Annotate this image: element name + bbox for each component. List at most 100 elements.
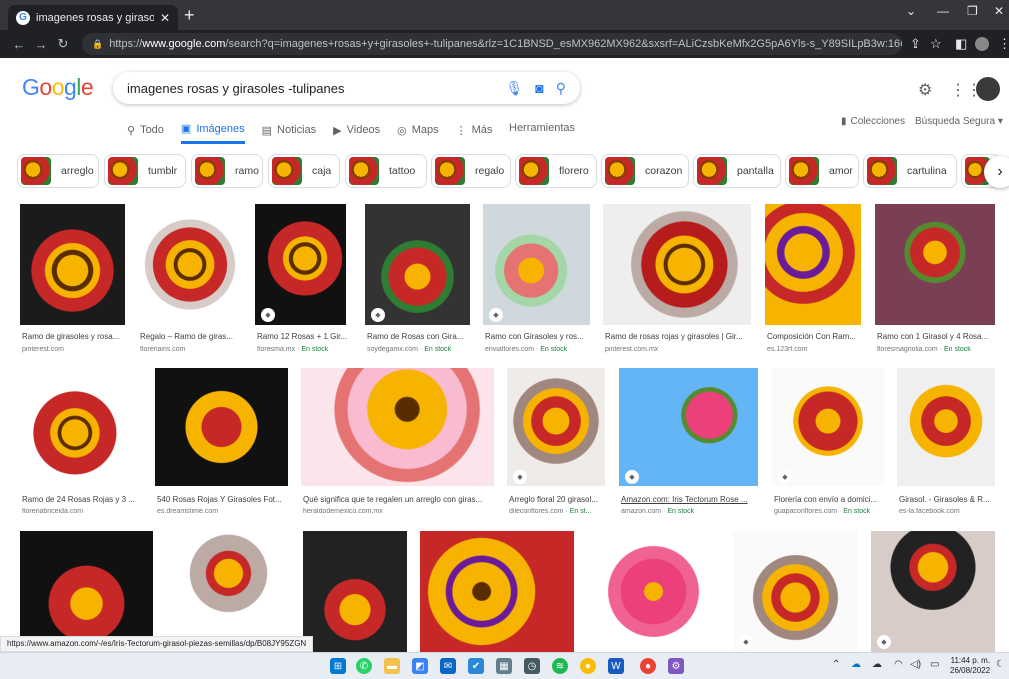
result-caption[interactable]: Ramo con Girasoles y ros... (485, 332, 592, 341)
result-caption[interactable]: Ramo 12 Rosas + 1 Gir... (257, 332, 348, 341)
windows-start-icon[interactable]: ⊞ (330, 658, 346, 674)
file-explorer-icon[interactable]: ▬ (384, 658, 400, 674)
tab-mas[interactable]: ⋮ Más (456, 122, 493, 144)
chip-amor[interactable]: amor (785, 154, 859, 188)
forward-arrow-icon[interactable]: → (30, 37, 52, 52)
browser-tab[interactable]: G imagenes rosas y girasoles -tulip... ✕ (8, 5, 178, 30)
whatsapp-icon[interactable]: ✆ (356, 658, 372, 674)
camera-icon[interactable]: ◙ (535, 80, 543, 96)
result-caption[interactable]: Arreglo floral 20 girasol... (509, 495, 607, 504)
chevron-down-icon[interactable]: ⌄ (906, 4, 916, 18)
result-image[interactable] (138, 204, 242, 325)
result-image[interactable] (507, 368, 605, 486)
share-icon[interactable]: ⇪ (910, 36, 921, 52)
chip-regalo[interactable]: regalo (431, 154, 511, 188)
store-icon[interactable]: ◩ (412, 658, 428, 674)
result-caption[interactable]: Amazon.com: Iris Tectorum Rose ... (621, 495, 760, 504)
sidebar-icon[interactable]: ◧ (955, 36, 967, 52)
result-tile[interactable]: Ramo de girasoles y rosa... pinterest.co… (20, 204, 125, 356)
address-bar[interactable]: 🔒 https://www.google.com/search?q=imagen… (82, 33, 902, 55)
result-tile[interactable]: ◆ Ramo con Girasoles y ros... enviaflore… (483, 204, 590, 356)
result-tile[interactable]: Regalo – Ramo de giras... floreriairis.c… (138, 204, 242, 356)
result-image[interactable] (733, 531, 858, 652)
result-image[interactable] (871, 531, 995, 652)
wifi-icon[interactable]: ◠ (894, 659, 903, 670)
result-image[interactable] (619, 368, 758, 486)
chip-pantalla[interactable]: pantalla (693, 154, 781, 188)
chip-caja[interactable]: caja (268, 154, 340, 188)
reload-icon[interactable]: ↻ (52, 36, 74, 52)
result-image[interactable] (765, 204, 861, 325)
result-caption[interactable]: Florería con envío a domici... (774, 495, 886, 504)
result-tile[interactable]: 540 Rosas Rojas Y Girasoles Fot... es.dr… (155, 368, 288, 518)
tools-button[interactable]: Herramientas (509, 122, 575, 134)
chip-tattoo[interactable]: tattoo (345, 154, 427, 188)
result-tile[interactable] (303, 531, 407, 652)
result-tile[interactable]: ◆ Amazon.com: Iris Tectorum Rose ... ama… (619, 368, 758, 518)
result-tile[interactable]: Girasol. - Girasoles & R... es-la.facebo… (897, 368, 995, 518)
chrome-icon[interactable]: ● (580, 658, 596, 674)
volume-icon[interactable]: ◁) (910, 659, 921, 670)
mail-icon[interactable]: ✉ (440, 658, 456, 674)
result-tile[interactable]: ◆ Florería con envío a domici... guapaco… (772, 368, 884, 518)
chip-florero[interactable]: florero (515, 154, 597, 188)
result-tile[interactable] (420, 531, 574, 652)
menu-dots-icon[interactable]: ⋮ (998, 36, 1009, 52)
result-caption[interactable]: Ramo de Rosas con Gira... (367, 332, 472, 341)
tab-close-icon[interactable]: ✕ (160, 11, 170, 25)
result-image[interactable] (875, 204, 995, 325)
result-tile[interactable]: ◆ (733, 531, 858, 652)
result-tile[interactable] (166, 531, 291, 652)
star-icon[interactable]: ☆ (930, 36, 942, 52)
microphone-icon[interactable]: 🎙 (505, 80, 523, 97)
search-icon[interactable]: ⚲ (556, 80, 566, 97)
tab-noticias[interactable]: ▤ Noticias (262, 122, 317, 144)
result-tile[interactable]: ◆ Ramo de Rosas con Gira... soydegamx.co… (365, 204, 470, 356)
todo-icon[interactable]: ✔ (468, 658, 484, 674)
result-caption[interactable]: Composición Con Ram... (767, 332, 863, 341)
tab-maps[interactable]: ◎ Maps (397, 122, 439, 144)
result-tile[interactable]: ◆ (871, 531, 995, 652)
collections-link[interactable]: Colecciones (851, 116, 905, 127)
battery-icon[interactable]: ▭ (930, 659, 939, 670)
result-image[interactable] (603, 204, 751, 325)
avatar[interactable] (976, 77, 1000, 101)
result-tile[interactable]: Composición Con Ram... es.123rf.com (765, 204, 861, 356)
chip-corazon[interactable]: corazon (601, 154, 689, 188)
result-tile[interactable]: ◆ Arreglo floral 20 girasol... dileconfl… (507, 368, 605, 518)
result-tile[interactable]: Ramo de rosas rojas y girasoles | Gir...… (603, 204, 751, 356)
onedrive-icon[interactable]: ☁ (851, 659, 861, 670)
result-image[interactable] (20, 368, 142, 486)
result-image[interactable] (420, 531, 574, 652)
result-caption[interactable]: Ramo de girasoles y rosa... (22, 332, 127, 341)
result-image[interactable] (255, 204, 346, 325)
result-caption[interactable]: Qué significa que te regalen un arreglo … (303, 495, 496, 504)
result-tile[interactable]: ◆ Ramo 12 Rosas + 1 Gir... floresma.mx ·… (255, 204, 348, 356)
spotify-icon[interactable]: ≋ (552, 658, 568, 674)
new-tab-button[interactable]: + (184, 5, 195, 25)
result-caption[interactable]: Ramo con 1 Girasol y 4 Rosa... (877, 332, 997, 341)
result-caption[interactable]: Ramo de 24 Rosas Rojas y 3 ... (22, 495, 144, 504)
chip-tumblr[interactable]: tumblr (104, 154, 186, 188)
maximize-button[interactable]: ❐ (967, 4, 978, 18)
chrome-active-icon[interactable]: ● (640, 658, 656, 674)
result-caption[interactable]: Regalo – Ramo de giras... (140, 332, 244, 341)
result-caption[interactable]: Ramo de rosas rojas y girasoles | Gir... (605, 332, 753, 341)
result-tile[interactable]: Ramo con 1 Girasol y 4 Rosa... floresmag… (875, 204, 995, 356)
chip-ramo[interactable]: ramo (191, 154, 263, 188)
result-caption[interactable]: Girasol. - Girasoles & R... (899, 495, 997, 504)
safe-search-button[interactable]: Búsqueda Segura ▾ (915, 116, 1003, 127)
result-image[interactable] (166, 531, 291, 652)
settings-app-icon[interactable]: ⚙ (668, 658, 684, 674)
chip-arreglo[interactable]: arreglo (17, 154, 99, 188)
tray-chevron-icon[interactable]: ⌃ (832, 659, 840, 670)
back-arrow-icon[interactable]: ← (8, 37, 30, 52)
taskbar-clock[interactable]: 11:44 p. m. 26/08/2022 (950, 656, 990, 676)
tab-todo[interactable]: ⚲ Todo (127, 122, 164, 144)
tab-videos[interactable]: ▶ Videos (333, 122, 380, 144)
result-image[interactable] (20, 531, 153, 652)
result-image[interactable] (365, 204, 470, 325)
calculator-icon[interactable]: ▦ (496, 658, 512, 674)
result-image[interactable] (772, 368, 884, 486)
notifications-icon[interactable]: ☾ (996, 659, 1005, 670)
